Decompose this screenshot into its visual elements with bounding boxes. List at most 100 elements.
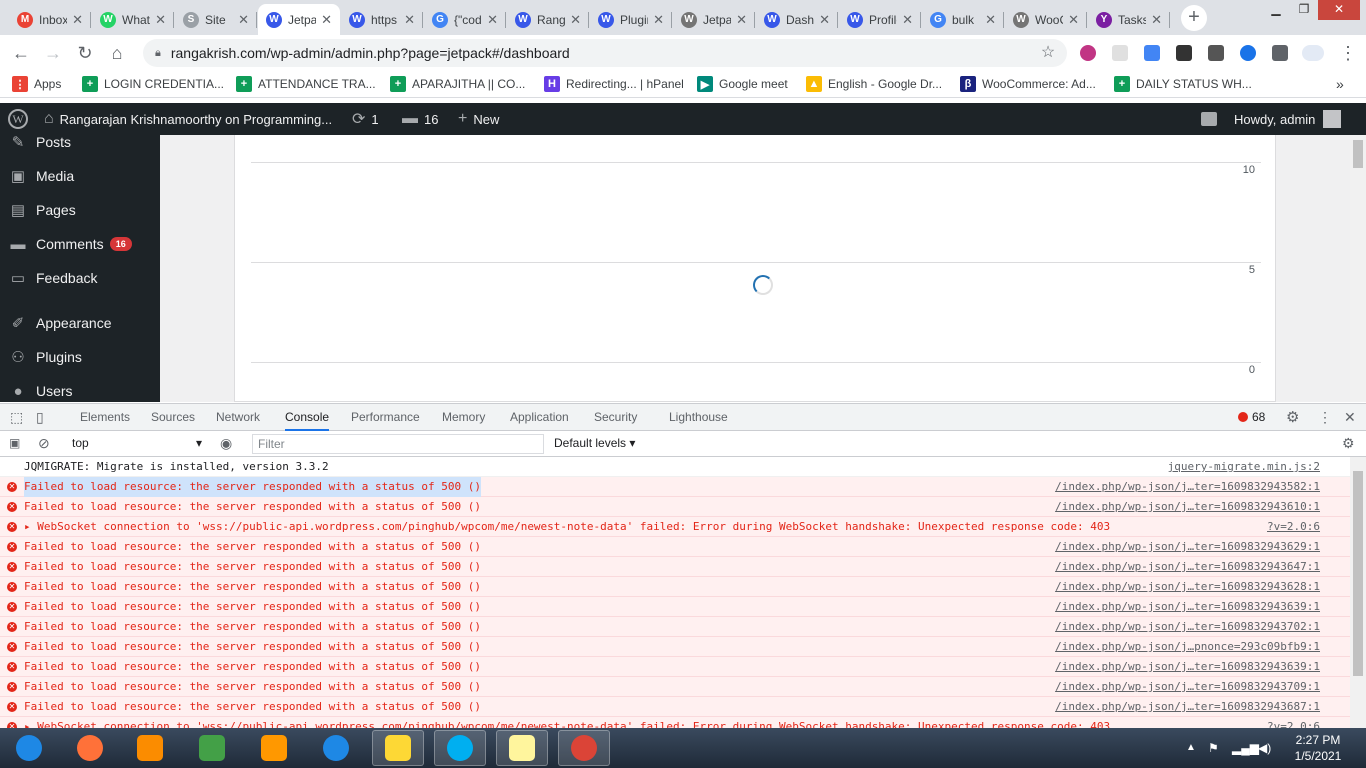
- menu-item-appearance[interactable]: ✐ Appearance: [0, 306, 160, 340]
- browser-tab[interactable]: S Site ✕: [175, 4, 257, 35]
- page-scrollbar-thumb[interactable]: [1353, 140, 1363, 168]
- console-error-row[interactable]: ✕ Failed to load resource: the server res…: [0, 657, 1350, 677]
- menu-item-users[interactable]: ● Users: [0, 374, 160, 402]
- console-error-row[interactable]: ✕ Failed to load resource: the server res…: [0, 497, 1350, 517]
- show-hidden-icons-icon[interactable]: ▲: [1186, 738, 1196, 765]
- console-source-link[interactable]: /index.php/wp-json/j…pnonce=293c09bfb9:1: [1055, 637, 1320, 657]
- browser-tab[interactable]: W Dashboard ✕: [756, 4, 838, 35]
- browser-menu-icon[interactable]: ⋮: [1336, 41, 1360, 65]
- browser-tab[interactable]: Gbulk ✕: [922, 4, 1004, 35]
- inspect-element-icon[interactable]: ⬚: [10, 404, 23, 431]
- file-explorer-taskbar-button[interactable]: [372, 730, 424, 766]
- devtools-tab-security[interactable]: Security: [594, 404, 637, 431]
- bookmark-item[interactable]: ▲ English - Google Dr...: [806, 75, 942, 93]
- bookmark-item[interactable]: + DAILY STATUS WH...: [1114, 75, 1252, 93]
- updates-link[interactable]: ⟳ 1: [352, 103, 379, 135]
- action-center-flag-icon[interactable]: ⚑: [1208, 738, 1219, 765]
- console-settings-gear-icon[interactable]: ⚙: [1342, 431, 1355, 458]
- sublime-text-taskbar-button[interactable]: [248, 730, 300, 766]
- extension-b-icon[interactable]: [1144, 45, 1160, 61]
- new-tab-button[interactable]: +: [1181, 5, 1207, 31]
- console-source-link[interactable]: /index.php/wp-json/j…ter=1609832943639:1: [1055, 597, 1320, 617]
- sidebar-toggle-icon[interactable]: ▣: [9, 431, 20, 458]
- close-tab-icon[interactable]: ✕: [736, 12, 747, 28]
- console-source-link[interactable]: ?v=2.0:6: [1267, 717, 1320, 728]
- reload-icon[interactable]: ↻: [73, 41, 97, 65]
- console-source-link[interactable]: /index.php/wp-json/j…ter=1609832943639:1: [1055, 657, 1320, 677]
- browser-tab[interactable]: W WhatsApp ✕: [92, 4, 174, 35]
- console-source-link[interactable]: jquery-migrate.min.js:2: [1168, 457, 1320, 477]
- console-scrollbar-thumb[interactable]: [1353, 471, 1363, 676]
- devtools-tab-sources[interactable]: Sources: [151, 404, 195, 431]
- menu-item-media[interactable]: ▣ Media: [0, 159, 160, 193]
- devtools-tab-console[interactable]: Console: [285, 404, 330, 431]
- console-source-link[interactable]: /index.php/wp-json/j…ter=1609832943709:1: [1055, 677, 1320, 697]
- console-source-link[interactable]: /index.php/wp-json/j…ter=1609832943702:1: [1055, 617, 1320, 637]
- chrome-taskbar-button[interactable]: [558, 730, 610, 766]
- console-filter-input[interactable]: Filter: [252, 434, 544, 454]
- console-source-link[interactable]: ?v=2.0:6: [1267, 517, 1320, 537]
- close-tab-icon[interactable]: ✕: [819, 12, 830, 28]
- close-devtools-icon[interactable]: ✕: [1344, 404, 1356, 431]
- screenshot-extension-icon[interactable]: [1208, 45, 1224, 61]
- close-tab-icon[interactable]: ✕: [404, 12, 415, 28]
- browser-tab[interactable]: W Plugins ✕: [590, 4, 672, 35]
- error-counter[interactable]: 68: [1238, 404, 1265, 431]
- close-tab-icon[interactable]: ✕: [1068, 12, 1079, 28]
- close-tab-icon[interactable]: ✕: [985, 12, 996, 28]
- live-expression-eye-icon[interactable]: ◉: [220, 431, 232, 458]
- notifications-icon[interactable]: [1201, 103, 1217, 135]
- console-source-link[interactable]: /index.php/wp-json/j…ter=1609832943687:1: [1055, 697, 1320, 717]
- settings-gear-icon[interactable]: ⚙: [1286, 404, 1299, 431]
- close-tab-icon[interactable]: ✕: [653, 12, 664, 28]
- profile-avatar[interactable]: [1302, 45, 1324, 61]
- close-tab-icon[interactable]: ✕: [1151, 12, 1162, 28]
- instagram-extension-icon[interactable]: [1080, 45, 1096, 61]
- internet-explorer-taskbar-button[interactable]: [310, 730, 362, 766]
- console-source-link[interactable]: /index.php/wp-json/j…ter=1609832943647:1: [1055, 557, 1320, 577]
- devtools-tab-memory[interactable]: Memory: [442, 404, 485, 431]
- extensions-puzzle-icon[interactable]: [1272, 45, 1288, 61]
- console-error-row[interactable]: ✕ Failed to load resource: the server res…: [0, 677, 1350, 697]
- close-tab-icon[interactable]: ✕: [487, 12, 498, 28]
- console-error-row[interactable]: ✕ Failed to load resource: the server res…: [0, 557, 1350, 577]
- site-name-link[interactable]: ⌂ Rangarajan Krishnamoorthy on Programmin…: [44, 103, 332, 135]
- devtools-tab-elements[interactable]: Elements: [80, 404, 130, 431]
- back-arrow-icon[interactable]: ←: [9, 41, 33, 65]
- browser-tab[interactable]: M Inbox ✕: [9, 4, 91, 35]
- menu-item-pages[interactable]: ▤ Pages: [0, 193, 160, 227]
- console-source-link[interactable]: /index.php/wp-json/j…ter=1609832943628:1: [1055, 577, 1320, 597]
- bookmark-item[interactable]: + LOGIN CREDENTIA...: [82, 75, 224, 93]
- close-tab-icon[interactable]: ✕: [238, 12, 249, 28]
- account-menu[interactable]: Howdy, admin: [1234, 103, 1342, 135]
- bookmark-item[interactable]: + APARAJITHA || CO...: [390, 75, 525, 93]
- browser-tab[interactable]: W Profile ✕: [839, 4, 921, 35]
- devtools-tab-network[interactable]: Network: [216, 404, 260, 431]
- new-content-link[interactable]: + New: [458, 103, 499, 135]
- menu-item-feedback[interactable]: ▭ Feedback: [0, 261, 160, 295]
- firefox-taskbar-button[interactable]: [64, 730, 116, 766]
- window-close-button[interactable]: ✕: [1318, 0, 1360, 20]
- browser-tab[interactable]: Y Tasks ✕: [1088, 4, 1170, 35]
- menu-item-plugins[interactable]: ⚇ Plugins: [0, 340, 160, 374]
- console-error-row[interactable]: ✕ Failed to load resource: the server res…: [0, 637, 1350, 657]
- skype-taskbar-button[interactable]: [434, 730, 486, 766]
- page-scrollbar[interactable]: [1350, 135, 1366, 402]
- console-log-row[interactable]: JQMIGRATE: Migrate is installed, version…: [0, 457, 1350, 477]
- console-source-link[interactable]: /index.php/wp-json/j…ter=1609832943582:1: [1055, 477, 1320, 497]
- network-signal-icon[interactable]: ▂▄▆: [1232, 738, 1259, 765]
- console-source-link[interactable]: /index.php/wp-json/j…ter=1609832943629:1: [1055, 537, 1320, 557]
- forward-arrow-icon[interactable]: →: [41, 41, 65, 65]
- browser-tab[interactable]: W Jetpack ✕: [258, 4, 340, 35]
- close-tab-icon[interactable]: ✕: [72, 12, 83, 28]
- sticky-notes-taskbar-button[interactable]: [496, 730, 548, 766]
- close-tab-icon[interactable]: ✕: [902, 12, 913, 28]
- app-diamond-taskbar-button[interactable]: [186, 730, 238, 766]
- console-error-row[interactable]: ✕ ▸ WebSocket connection to 'wss://public…: [0, 517, 1350, 537]
- bookmark-item[interactable]: + ATTENDANCE TRA...: [236, 75, 376, 93]
- browser-tab[interactable]: W WooCommerce ✕: [1005, 4, 1087, 35]
- devtools-tab-lighthouse[interactable]: Lighthouse: [669, 404, 728, 431]
- maximize-button[interactable]: ❐: [1290, 0, 1318, 20]
- address-bar[interactable]: 🔒︎ rangakrish.com/wp-admin/admin.php?pag…: [143, 39, 1067, 67]
- clear-console-icon[interactable]: ⊘: [38, 431, 50, 458]
